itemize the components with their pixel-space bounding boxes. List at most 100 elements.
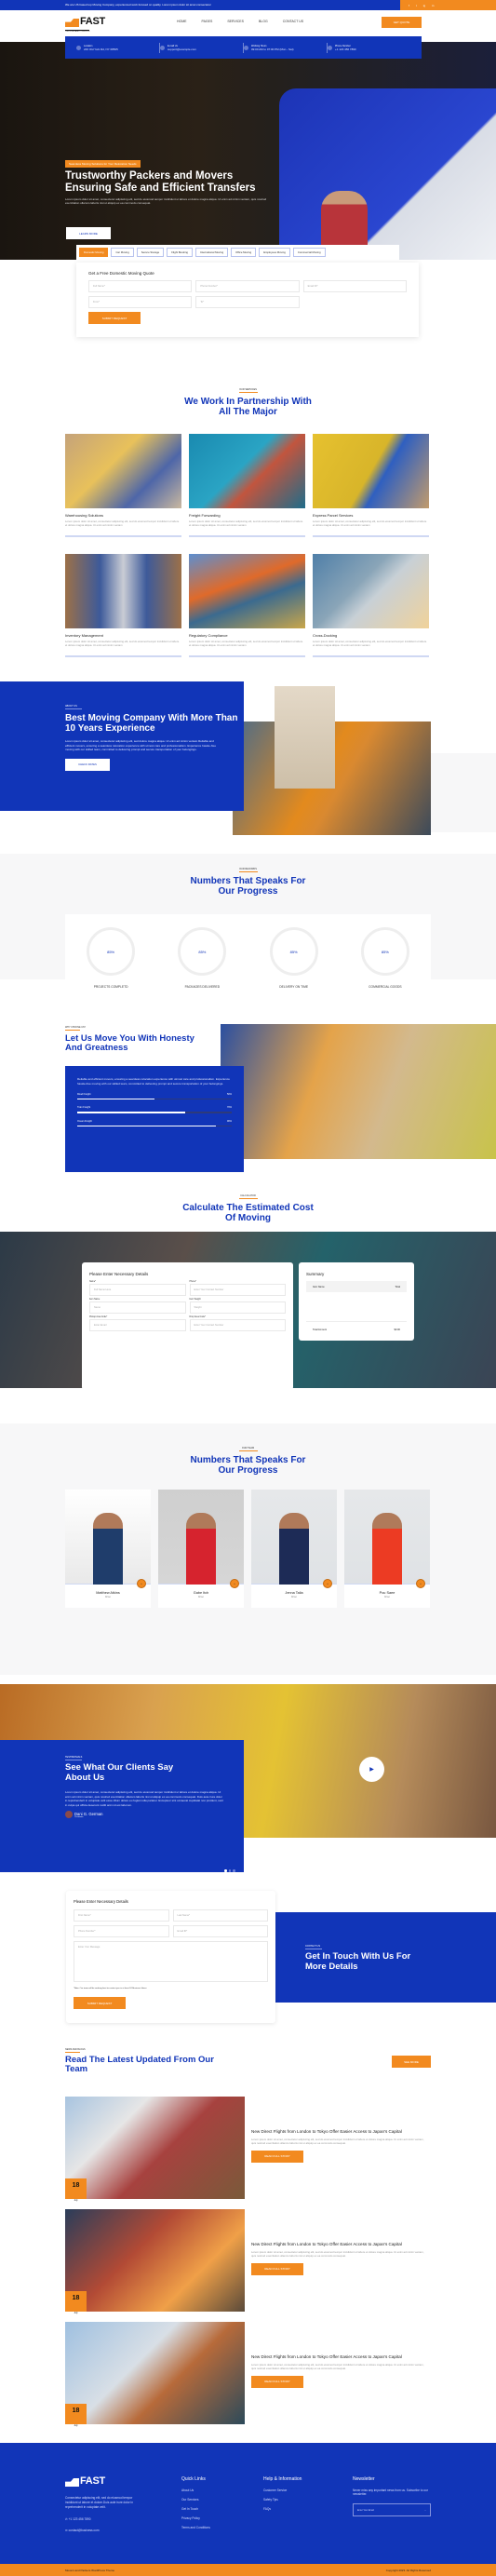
calc-input[interactable]: Full Name Here <box>89 1284 186 1296</box>
message-textarea[interactable]: Enter Your Message <box>74 1941 268 1982</box>
post-image[interactable]: 18 July <box>65 2097 245 2202</box>
phone-input[interactable]: Phone Number* <box>74 1925 169 1937</box>
from-input[interactable]: From* <box>88 296 193 308</box>
divider <box>65 534 181 537</box>
footer-email[interactable]: ✉ contact@business.com <box>65 2529 141 2532</box>
calc-input[interactable]: Weight <box>189 1301 286 1314</box>
plus-icon[interactable]: + <box>416 1579 425 1588</box>
post-title[interactable]: New Direct Flights from London to Tokyo … <box>251 2242 428 2247</box>
calc-field: Pickup Area Code* Enter Email <box>89 1316 186 1331</box>
learn-more-button[interactable]: LEARN MORE <box>66 227 111 239</box>
post-image[interactable]: 18 July <box>65 2322 245 2427</box>
twitter-icon[interactable]: t <box>416 4 417 7</box>
tab-car-moving[interactable]: Car Moving <box>111 248 134 257</box>
post-date-badge: 18 July <box>65 2291 87 2314</box>
plus-icon[interactable]: + <box>323 1579 332 1588</box>
read-full-story-button[interactable]: READ FULL STORY <box>251 2262 303 2275</box>
nav-blog[interactable]: BLOG <box>259 20 268 23</box>
tab-employees-moving[interactable]: Employees Moving <box>259 248 290 257</box>
plus-icon[interactable]: + <box>230 1579 239 1588</box>
nav-services[interactable]: SERVICES <box>227 20 244 23</box>
phone-input[interactable]: Phone Number* <box>195 280 300 292</box>
quote-form: Get a Free Domestic Moving Quote Full Na… <box>76 263 419 337</box>
service-card[interactable]: Inventory Management Lorem ipsum dolor s… <box>65 553 181 667</box>
record-item: 85% PACKAGES DELIVERED <box>156 927 248 998</box>
footer-phone[interactable]: ✆ +1 123 456 7890 <box>65 2517 141 2521</box>
tab-flight-booking[interactable]: Flight Booking <box>167 248 193 257</box>
first-name-input[interactable]: First Name* <box>74 1909 169 1922</box>
see-more-button[interactable]: SEE MORE <box>392 2056 431 2068</box>
footer-link-services[interactable]: Our Services <box>181 2498 210 2502</box>
newsletter-email-input[interactable]: Enter Your Email → <box>353 2503 431 2517</box>
email-input[interactable]: Email ID* <box>302 280 407 292</box>
team-member-card[interactable]: + Jenna Talia Driver <box>251 1490 337 1608</box>
tab-international-moving[interactable]: International Moving <box>194 248 229 257</box>
play-video-button[interactable]: ▶ <box>359 1757 384 1782</box>
read-full-story-button[interactable]: READ FULL STORY <box>251 2150 303 2163</box>
submit-quote-button[interactable]: SUBMIT REQUEST <box>88 312 141 324</box>
section-tag: WHY CHOOSE US? <box>65 1026 86 1029</box>
footer-logo[interactable]: FAST <box>65 2476 141 2487</box>
read-full-story-button[interactable]: READ FULL STORY <box>251 2375 303 2388</box>
carousel-dot[interactable] <box>228 1869 231 1872</box>
form-title: Please Enter Necessary Details <box>74 1899 128 1904</box>
blog-post: 18 July New Direct Flights from London to … <box>65 2322 431 2427</box>
post-image[interactable]: 18 July <box>65 2209 245 2314</box>
footer-link-privacy[interactable]: Privacy Policy <box>181 2516 210 2520</box>
footer-link-get-in-touch[interactable]: Get In Touch <box>181 2507 210 2511</box>
email-input[interactable]: Email ID* <box>172 1925 268 1937</box>
nav-contact[interactable]: CONTACT US <box>283 20 303 23</box>
full-name-input[interactable]: Full Name* <box>88 280 193 292</box>
carousel-dot[interactable] <box>233 1869 235 1872</box>
calc-input[interactable]: Name <box>89 1301 186 1314</box>
footer-link-about[interactable]: About Us <box>181 2488 210 2492</box>
section-tag: TESTIMONIALS <box>65 1756 244 1760</box>
footer-link-safety-tips[interactable]: Safety Tips <box>263 2498 302 2502</box>
calc-input[interactable]: Enter Email <box>89 1319 186 1331</box>
tab-commercial-moving[interactable]: Commercial Moving <box>292 248 326 257</box>
submit-request-button[interactable]: SUBMIT REQUEST <box>74 1997 126 2009</box>
plus-icon[interactable]: + <box>137 1579 146 1588</box>
service-card[interactable]: Regulatory Compliance Lorem ipsum dolor … <box>189 553 305 667</box>
instagram-icon[interactable]: ig <box>423 4 425 7</box>
team-member-card[interactable]: + Gabe Itch Driver <box>158 1490 244 1608</box>
post-title[interactable]: New Direct Flights from London to Tokyo … <box>251 2129 428 2135</box>
calc-input[interactable]: Enter Your Contact Number <box>189 1319 286 1331</box>
service-card[interactable]: Warehousing Solutions Lorem ipsum dolor … <box>65 434 181 546</box>
logo[interactable]: FAST TRUCKING AND LOGISTICS <box>65 17 105 33</box>
bar-fill <box>77 1098 154 1100</box>
post-title[interactable]: New Direct Flights from London to Tokyo … <box>251 2354 428 2360</box>
testimonial-author: Dani G. German Customer <box>65 1811 244 1819</box>
footer-link-customer-service[interactable]: Customer Service <box>263 2488 302 2492</box>
bar-label: Train Freight <box>77 1106 91 1110</box>
team-member-card[interactable]: + Matthew Atkins Driver <box>65 1490 151 1608</box>
tab-domestic-moving[interactable]: Domestic Moving <box>79 248 109 257</box>
info-value[interactable]: +1 123 456 7890 <box>335 47 356 51</box>
check-rates-button[interactable]: CHECK RATES <box>65 758 110 771</box>
to-input[interactable]: To* <box>195 296 300 308</box>
field-label: Pickup Area Code* <box>89 1316 108 1318</box>
footer-link-terms[interactable]: Terms and Conditions <box>181 2526 210 2529</box>
footer-link-faqs[interactable]: FAQs <box>263 2507 302 2511</box>
service-card[interactable]: Cross-Docking Lorem ipsum dolor sit amet… <box>313 553 429 667</box>
info-value[interactable]: support@example.com <box>168 47 196 51</box>
calc-input[interactable]: Enter Your Contact Number <box>189 1284 286 1296</box>
warehouse-image <box>65 434 181 508</box>
last-name-input[interactable]: Last Name* <box>172 1909 268 1922</box>
tab-secure-storage[interactable]: Secure Storage <box>136 248 165 257</box>
service-card[interactable]: Express Parcel Services Lorem ipsum dolo… <box>313 434 429 546</box>
carousel-dot[interactable] <box>224 1869 227 1872</box>
field-label: Phone* <box>189 1281 197 1283</box>
about-title: Best Moving Company With More Than 10 Ye… <box>65 713 238 734</box>
tab-office-moving[interactable]: Office Moving <box>231 248 257 257</box>
team-member-card[interactable]: + Pou Saee Driver <box>344 1490 430 1608</box>
nav-home[interactable]: HOME <box>177 20 187 23</box>
service-card[interactable]: Freight Forwarding Lorem ipsum dolor sit… <box>189 434 305 546</box>
progress-bar: Ocean Freight 90% <box>77 1120 232 1127</box>
linkedin-icon[interactable]: in <box>432 4 434 7</box>
progress-ring: 85% <box>269 927 318 976</box>
service-text: Lorem ipsum dolor sit amet, consectetur … <box>189 519 303 527</box>
arrow-right-icon[interactable]: → <box>424 2509 426 2512</box>
get-quote-button[interactable]: GET QUOTE <box>382 17 422 28</box>
nav-pages[interactable]: PAGES <box>202 20 213 23</box>
